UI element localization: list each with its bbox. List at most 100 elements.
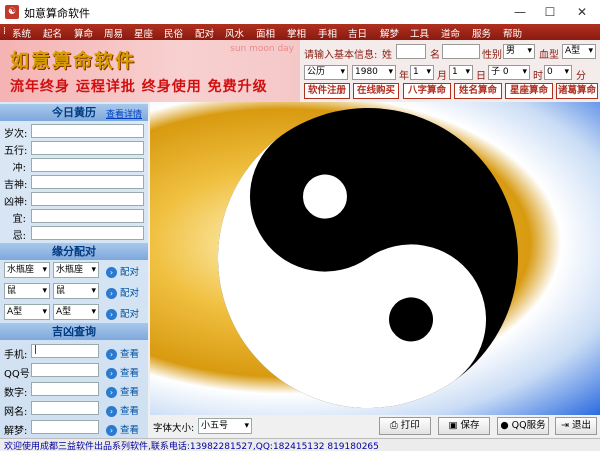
calendar-select[interactable]: 公历 bbox=[304, 65, 348, 80]
menu-item-fortune[interactable]: 算命 bbox=[74, 26, 93, 40]
match-select-b-zodiac[interactable]: 水瓶座 bbox=[53, 262, 99, 278]
lookup-button-phone[interactable]: › 查看 bbox=[106, 346, 139, 360]
almanac-label-ji: 忌: bbox=[12, 231, 26, 242]
lookup-input-phone[interactable]: | bbox=[31, 344, 99, 358]
lookup-button-dream[interactable]: › 查看 bbox=[106, 422, 139, 436]
almanac-field-suici bbox=[31, 124, 144, 138]
menu-item-fengshui[interactable]: 风水 bbox=[225, 26, 244, 40]
lookup-input-qq[interactable] bbox=[31, 363, 99, 377]
match-header: 缘分配对 bbox=[0, 243, 148, 260]
status-text: 欢迎使用成都三益软件出品系列软件,联系电话:13982281527,QQ:182… bbox=[4, 442, 379, 452]
print-button[interactable]: ⎙ 打印 bbox=[379, 417, 431, 435]
lookup-label-nickname: 网名: bbox=[4, 407, 28, 418]
hour-select[interactable]: 子 0 bbox=[488, 65, 530, 80]
status-bar: 欢迎使用成都三益软件出品系列软件,联系电话:13982281527,QQ:182… bbox=[0, 438, 600, 452]
buy-online-button[interactable]: 在线购买 bbox=[353, 83, 399, 99]
blood-type-select[interactable]: A型 bbox=[562, 44, 596, 59]
day-label: 日 bbox=[476, 71, 486, 82]
gender-select[interactable]: 男 bbox=[503, 44, 535, 59]
arrow-icon: › bbox=[106, 288, 117, 299]
menu-item-naming[interactable]: 起名 bbox=[43, 26, 62, 40]
info-prompt: 请输入基本信息: bbox=[304, 50, 378, 61]
menu-item-face[interactable]: 面相 bbox=[256, 26, 275, 40]
menu-item-constellation[interactable]: 星座 bbox=[134, 26, 153, 40]
day-select[interactable]: 1 bbox=[449, 65, 473, 80]
lookup-button-nickname[interactable]: › 查看 bbox=[106, 403, 139, 417]
lookup-label-phone: 手机: bbox=[4, 350, 28, 361]
menu-item-help[interactable]: 帮助 bbox=[503, 26, 522, 40]
app-icon: ☯ bbox=[5, 5, 19, 19]
menu-item-system[interactable]: 系统 bbox=[12, 26, 31, 40]
match-select-a-animal[interactable]: 鼠 bbox=[4, 283, 50, 299]
lookup-label-qq: QQ号: bbox=[4, 369, 34, 380]
bottom-toolbar: 字体大小: 小五号 ⎙ 打印 ▣ 保存 ● QQ服务 ⇥ 退出 bbox=[150, 415, 600, 438]
menu-item-dream[interactable]: 解梦 bbox=[380, 26, 399, 40]
surname-input[interactable] bbox=[396, 44, 426, 59]
maximize-button[interactable]: ☐ bbox=[536, 2, 564, 22]
arrow-icon: › bbox=[106, 309, 117, 320]
lookup-input-number[interactable] bbox=[31, 382, 99, 396]
minute-select[interactable]: 0 bbox=[544, 65, 572, 80]
almanac-title: 今日黄历 bbox=[52, 106, 96, 119]
app-window: ☯ 如意算命软件 — ☐ ✕ ⁞ 系统 起名 算命 周易 星座 民俗 配对 风水… bbox=[0, 0, 600, 452]
lookup-input-dream[interactable] bbox=[31, 420, 99, 434]
menu-item-folk[interactable]: 民俗 bbox=[164, 26, 183, 40]
menu-bar: ⁞ 系统 起名 算命 周易 星座 民俗 配对 风水 面相 掌相 手相 吉日 解梦… bbox=[0, 24, 600, 40]
menu-item-match[interactable]: 配对 bbox=[195, 26, 214, 40]
name-fortune-button[interactable]: 姓名算命 bbox=[454, 83, 502, 99]
almanac-label-wuxing: 五行: bbox=[4, 146, 28, 157]
year-select[interactable]: 1980 bbox=[352, 65, 396, 80]
exit-button[interactable]: ⇥ 退出 bbox=[555, 417, 597, 435]
almanac-field-wuxing bbox=[31, 141, 144, 155]
arrow-icon: › bbox=[106, 368, 117, 379]
almanac-field-ji bbox=[31, 226, 144, 240]
register-button[interactable]: 软件注册 bbox=[304, 83, 350, 99]
constellation-button[interactable]: 星座算命 bbox=[505, 83, 553, 99]
banner: 如意算命软件 sun moon day 流年终身 运程详批 终身使用 免费升级 bbox=[0, 40, 300, 102]
almanac-field-xiongshen bbox=[31, 192, 144, 206]
menu-item-service[interactable]: 服务 bbox=[472, 26, 491, 40]
match-select-b-animal[interactable]: 鼠 bbox=[53, 283, 99, 299]
save-button[interactable]: ▣ 保存 bbox=[438, 417, 490, 435]
surname-label: 姓 bbox=[382, 50, 392, 61]
menu-item-hand[interactable]: 手相 bbox=[318, 26, 337, 40]
almanac-header: 今日黄历 查看详情 bbox=[0, 104, 148, 121]
qq-service-button[interactable]: ● QQ服务 bbox=[497, 417, 549, 435]
match-button-animal[interactable]: › 配对 bbox=[106, 285, 139, 299]
arrow-icon: › bbox=[106, 406, 117, 417]
almanac-label-chong: 冲: bbox=[12, 163, 26, 174]
arrow-icon: › bbox=[106, 387, 117, 398]
lookup-label-number: 数字: bbox=[4, 388, 28, 399]
bazi-button[interactable]: 八字算命 bbox=[403, 83, 451, 99]
menu-item-lucky-day[interactable]: 吉日 bbox=[348, 26, 367, 40]
zhuge-button[interactable]: 诸葛算命 bbox=[556, 83, 598, 99]
year-label: 年 bbox=[399, 71, 409, 82]
almanac-field-chong bbox=[31, 158, 144, 172]
almanac-field-jishen bbox=[31, 175, 144, 189]
menu-item-palm[interactable]: 掌相 bbox=[287, 26, 306, 40]
hour-label: 时 bbox=[533, 71, 543, 82]
menu-item-tools[interactable]: 工具 bbox=[410, 26, 429, 40]
match-button-zodiac[interactable]: › 配对 bbox=[106, 264, 139, 278]
window-title: 如意算命软件 bbox=[24, 7, 90, 20]
match-select-a-zodiac[interactable]: 水瓶座 bbox=[4, 262, 50, 278]
menu-item-zhouyi[interactable]: 周易 bbox=[104, 26, 123, 40]
banner-decoration: sun moon day bbox=[230, 44, 294, 54]
month-select[interactable]: 1 bbox=[410, 65, 434, 80]
match-select-a-blood[interactable]: A型 bbox=[4, 304, 50, 320]
match-select-b-blood[interactable]: A型 bbox=[53, 304, 99, 320]
name-input[interactable] bbox=[442, 44, 480, 59]
left-panel: 今日黄历 查看详情 岁次: 五行: 冲: 吉神: 凶神: 宜: 忌: 缘分配对 … bbox=[0, 102, 148, 438]
almanac-label-yi: 宜: bbox=[12, 214, 26, 225]
font-size-select[interactable]: 小五号 bbox=[198, 418, 252, 434]
lookup-button-qq[interactable]: › 查看 bbox=[106, 365, 139, 379]
lookup-input-nickname[interactable] bbox=[31, 401, 99, 415]
minimize-button[interactable]: — bbox=[506, 2, 534, 22]
menu-item-daoming[interactable]: 道命 bbox=[441, 26, 460, 40]
lookup-button-number[interactable]: › 查看 bbox=[106, 384, 139, 398]
info-panel: 请输入基本信息: 姓 名 性别 男 血型 A型 公历 1980 年 1 月 1 … bbox=[300, 40, 600, 102]
arrow-icon: › bbox=[106, 349, 117, 360]
match-button-blood[interactable]: › 配对 bbox=[106, 306, 139, 320]
close-button[interactable]: ✕ bbox=[568, 2, 596, 22]
almanac-detail-link[interactable]: 查看详情 bbox=[106, 107, 142, 124]
